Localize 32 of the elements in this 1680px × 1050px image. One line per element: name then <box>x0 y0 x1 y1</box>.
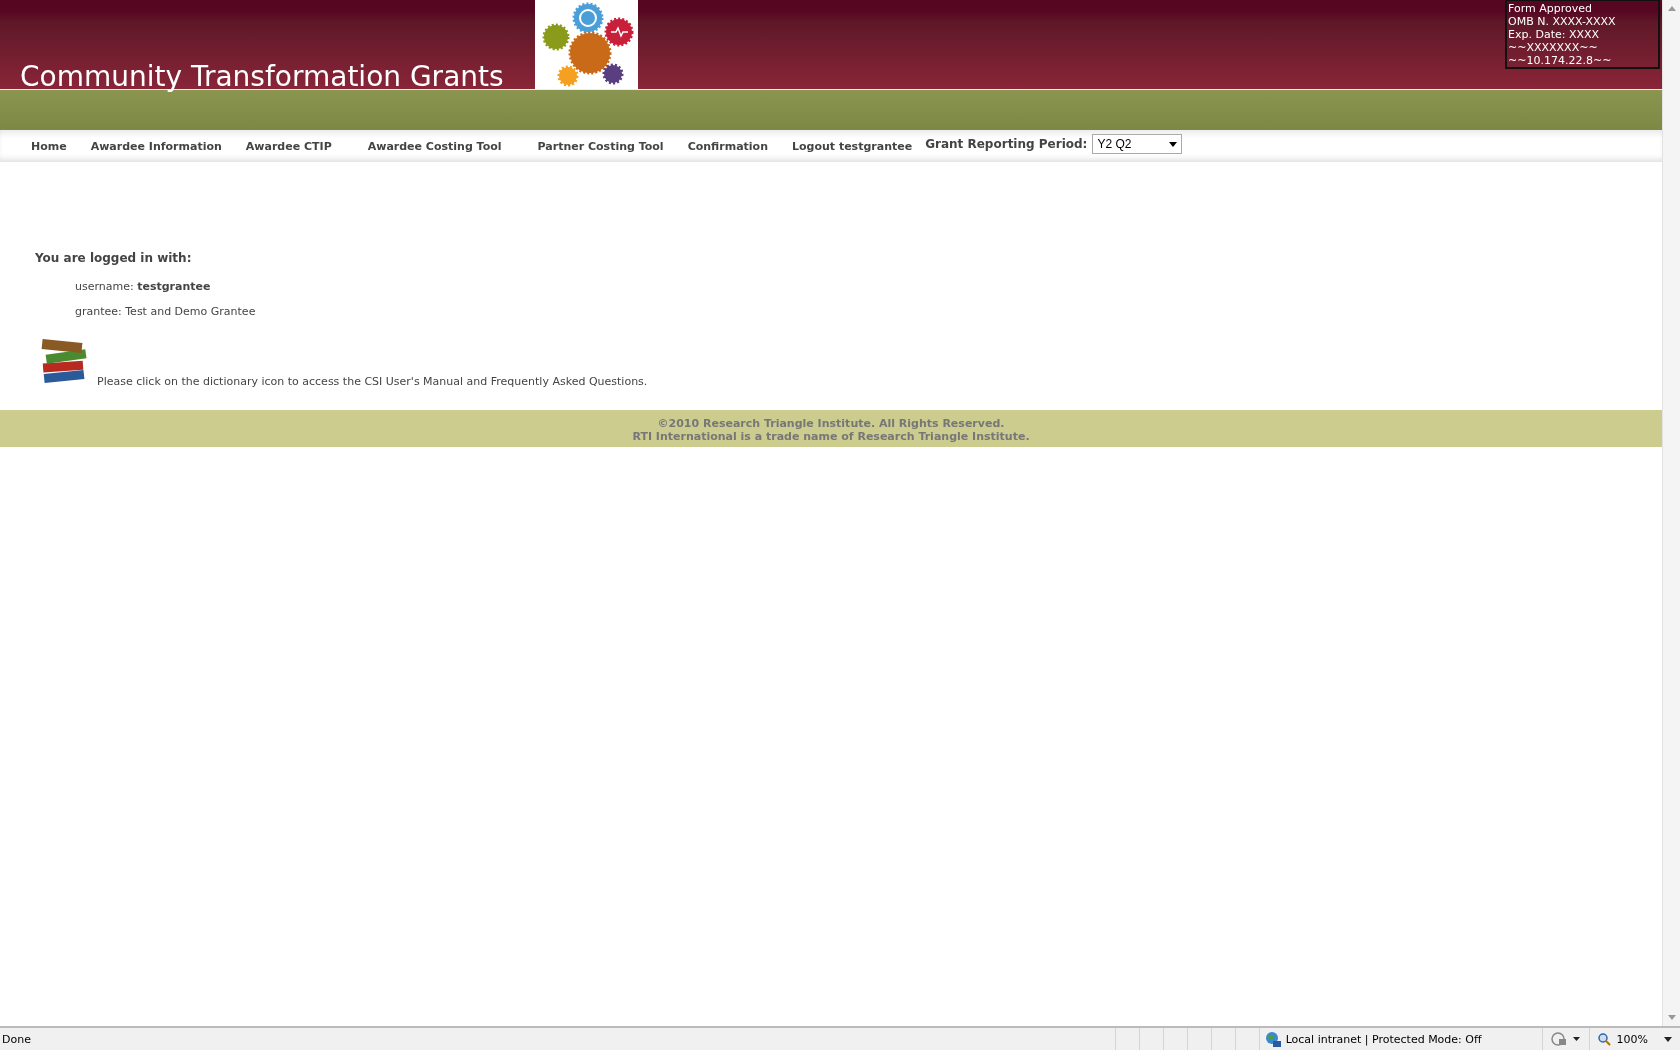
login-heading: You are logged in with: <box>35 251 193 265</box>
scroll-up-icon[interactable] <box>1667 6 1676 11</box>
copyright-text: ©2010 Research Triangle Institute. All Rights Reserved. <box>656 417 1006 430</box>
books-icon[interactable] <box>40 338 88 384</box>
status-text: Done <box>1 1032 32 1046</box>
form-info-text: Form Approved <box>1508 2 1593 15</box>
form-info-text: ~~10.174.22.8~~ <box>1508 54 1613 67</box>
nav-link[interactable]: Awardee Costing Tool <box>367 139 502 153</box>
nav-link[interactable]: Partner Costing Tool <box>537 139 664 153</box>
magnifier-icon <box>1597 1032 1611 1046</box>
copyright-text: RTI International is a trade name of Research Triangle Institute. <box>631 430 1031 443</box>
login-detail: username: testgrantee <box>75 280 212 293</box>
nav-link[interactable]: Logout testgrantee <box>792 139 913 153</box>
zone-text: Local intranet | Protected Mode: Off <box>1285 1032 1482 1046</box>
nav-link[interactable]: Awardee Information <box>90 139 222 153</box>
form-info-text: Exp. Date: XXXX <box>1508 28 1601 41</box>
period-select[interactable]: Y2 Q2 <box>1092 134 1183 154</box>
nav-link[interactable]: Home <box>31 139 67 153</box>
help-text: Please click on the dictionary icon to access the CSI User's Manual and Frequently Asked Questions. <box>97 375 648 388</box>
caret-icon <box>1664 1036 1672 1042</box>
period-label: Grant Reporting Period: <box>925 137 1088 151</box>
caret-icon <box>1169 141 1178 147</box>
zoom-control[interactable]: 100% <box>1588 1028 1680 1050</box>
nav-link[interactable]: Confirmation <box>687 139 768 153</box>
site-title: Community Transformation Grants <box>20 59 505 95</box>
scrollbar[interactable] <box>1662 0 1680 1026</box>
form-info-text: OMB N. XXXX-XXXX <box>1508 15 1617 28</box>
form-info-text: ~~XXXXXXX~~ <box>1508 41 1599 54</box>
scroll-down-icon[interactable] <box>1667 1015 1676 1020</box>
login-detail: grantee: Test and Demo Grantee <box>75 305 257 318</box>
globe-icon <box>1264 1031 1281 1047</box>
nav-link[interactable]: Awardee CTIP <box>245 139 332 153</box>
